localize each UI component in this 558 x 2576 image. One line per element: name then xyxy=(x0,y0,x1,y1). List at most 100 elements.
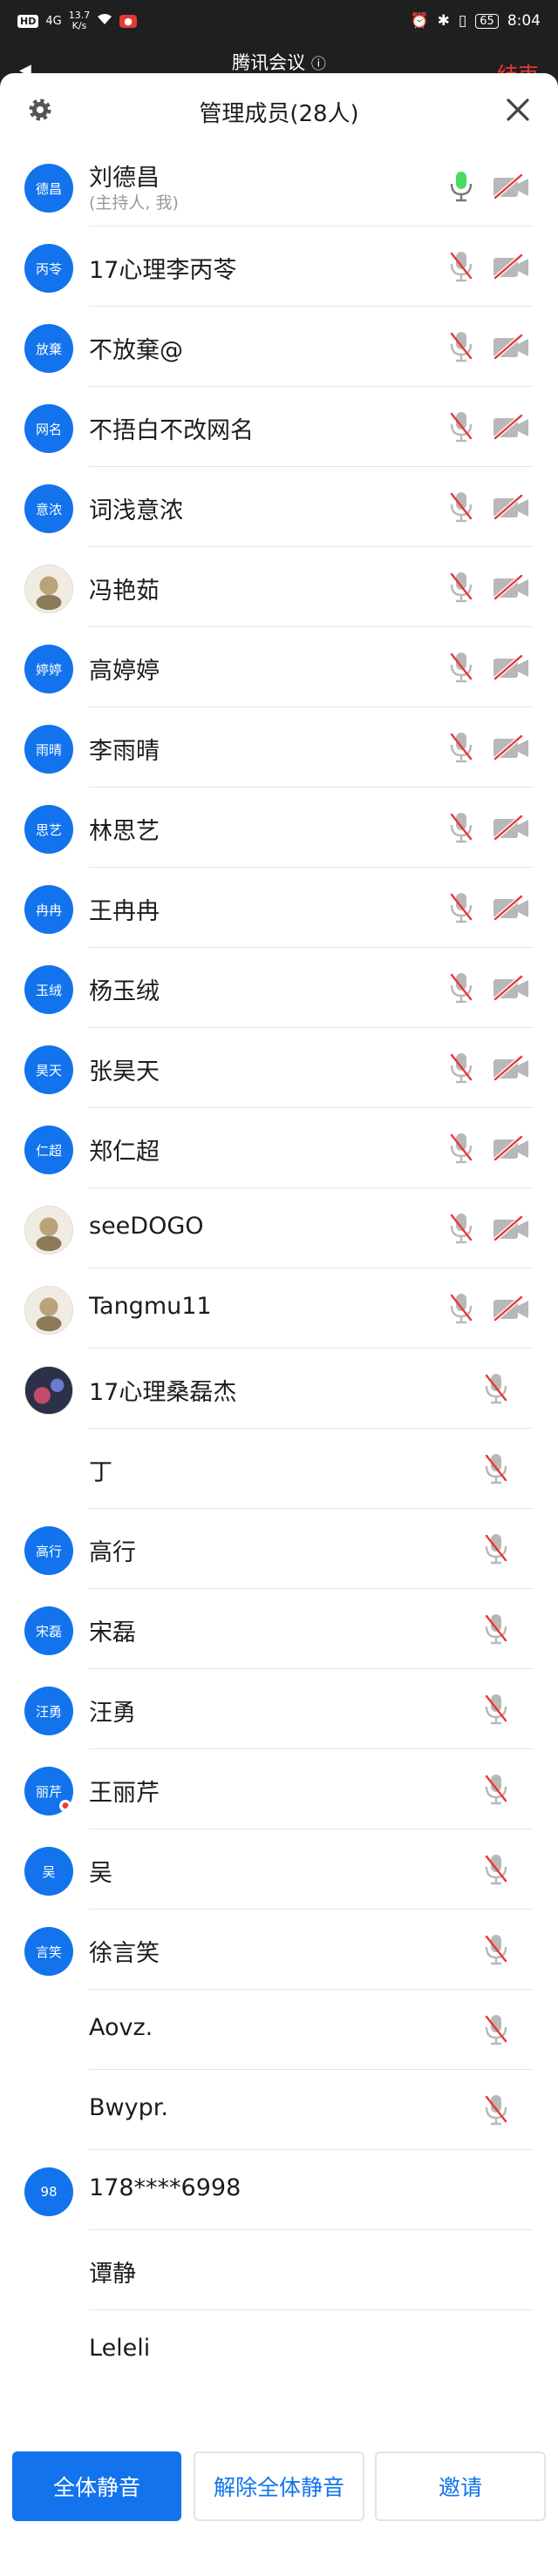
mic-muted-icon[interactable] xyxy=(483,1372,509,1405)
member-name: 徐言笑 xyxy=(89,1940,160,1967)
member-row[interactable]: 冉冉 王冉冉 xyxy=(0,868,558,948)
member-row[interactable]: 谭静 xyxy=(0,2230,558,2310)
member-row[interactable]: 言笑 徐言笑 xyxy=(0,1910,558,1990)
camera-off-icon[interactable] xyxy=(492,253,530,281)
vibrate-icon: ▯ xyxy=(458,12,467,30)
mic-muted-icon[interactable] xyxy=(448,971,474,1004)
member-row[interactable]: 意浓 词浅意浓 xyxy=(0,467,558,547)
avatar xyxy=(24,1446,73,1495)
mic-muted-icon[interactable] xyxy=(483,2093,509,2126)
mic-muted-icon[interactable] xyxy=(448,250,474,283)
mic-muted-icon[interactable] xyxy=(448,1051,474,1085)
member-row[interactable]: 丁 xyxy=(0,1429,558,1509)
camera-off-icon[interactable] xyxy=(492,1054,530,1082)
member-row[interactable]: 思艺 林思艺 xyxy=(0,788,558,868)
camera-off-icon[interactable] xyxy=(492,1134,530,1162)
avatar: 仁超 xyxy=(24,1126,73,1174)
avatar-initials: 网名 xyxy=(35,421,62,437)
member-row[interactable]: Bwypr. xyxy=(0,2070,558,2150)
mic-muted-icon[interactable] xyxy=(448,1292,474,1325)
mic-muted-icon[interactable] xyxy=(483,1452,509,1485)
member-name: 丁 xyxy=(89,1459,112,1486)
member-row[interactable]: Tangmu11 xyxy=(0,1268,558,1349)
avatar: 放棄 xyxy=(24,324,73,373)
member-row[interactable]: 网名 不捂白不改网名 xyxy=(0,387,558,467)
member-row[interactable]: 丽芹 ● 王丽芹 xyxy=(0,1749,558,1829)
member-row[interactable]: 汪勇 汪勇 xyxy=(0,1669,558,1749)
mic-muted-icon[interactable] xyxy=(483,1613,509,1646)
mic-muted-icon[interactable] xyxy=(483,2013,509,2046)
member-row[interactable]: 高行 高行 xyxy=(0,1509,558,1589)
avatar: 思艺 xyxy=(24,805,73,854)
camera-off-icon[interactable] xyxy=(492,814,530,842)
meeting-title[interactable]: 腾讯会议 ⓘ xyxy=(0,49,558,75)
mic-muted-icon[interactable] xyxy=(448,651,474,684)
mic-muted-icon[interactable] xyxy=(448,1132,474,1165)
member-row[interactable]: 17心理桑磊杰 xyxy=(0,1349,558,1429)
mic-muted-icon[interactable] xyxy=(483,1773,509,1806)
member-row[interactable]: 98 178****6998 xyxy=(0,2150,558,2230)
network-speed: 13.7 K/s xyxy=(69,10,91,31)
camera-off-icon[interactable] xyxy=(492,413,530,441)
mute-all-button[interactable]: 全体静音 xyxy=(12,2451,181,2521)
camera-off-icon[interactable] xyxy=(492,573,530,601)
meeting-title-text: 腾讯会议 xyxy=(232,52,306,73)
member-row[interactable]: 仁超 郑仁超 xyxy=(0,1108,558,1188)
mic-muted-icon[interactable] xyxy=(483,1933,509,1966)
avatar-initials: 宋磊 xyxy=(35,1623,62,1640)
avatar-photo-icon xyxy=(25,1207,72,1254)
member-row[interactable]: 冯艳茹 xyxy=(0,547,558,627)
member-row[interactable]: Aovz. xyxy=(0,1990,558,2070)
mic-muted-icon[interactable] xyxy=(448,410,474,443)
member-row[interactable]: seeDOGO xyxy=(0,1188,558,1268)
member-row[interactable]: 雨晴 李雨晴 xyxy=(0,707,558,788)
mic-muted-icon[interactable] xyxy=(483,1532,509,1565)
camera-off-icon[interactable] xyxy=(492,1214,530,1242)
avatar-initials: 德昌 xyxy=(35,180,62,197)
member-name: 王丽芹 xyxy=(89,1780,160,1807)
member-row[interactable]: 德昌 刘德昌 (主持人, 我) xyxy=(0,146,558,226)
info-icon[interactable]: ⓘ xyxy=(311,56,326,73)
camera-off-icon[interactable] xyxy=(492,172,530,200)
mic-muted-icon[interactable] xyxy=(448,731,474,764)
avatar xyxy=(24,565,73,613)
camera-off-icon[interactable] xyxy=(492,333,530,361)
camera-off-icon[interactable] xyxy=(492,894,530,922)
mic-muted-icon[interactable] xyxy=(448,330,474,363)
member-row[interactable]: 婷婷 高婷婷 xyxy=(0,627,558,707)
status-right: ⏰ ✱ ▯ 65 8:04 xyxy=(410,12,541,30)
unmute-all-button[interactable]: 解除全体静音 xyxy=(194,2451,364,2521)
mic-muted-icon[interactable] xyxy=(448,811,474,844)
avatar-initials: 思艺 xyxy=(35,821,62,838)
panel-footer: 全体静音 解除全体静音 邀请 xyxy=(0,2439,558,2576)
invite-button[interactable]: 邀请 xyxy=(375,2451,546,2521)
mic-muted-icon[interactable] xyxy=(448,891,474,924)
member-name: 刘德昌 xyxy=(89,165,160,192)
member-row[interactable]: 放棄 不放棄@ xyxy=(0,307,558,387)
panel-title: 管理成员(28人) xyxy=(199,101,359,127)
camera-off-icon[interactable] xyxy=(492,493,530,521)
member-name: 17心理李丙苓 xyxy=(89,257,237,284)
alarm-icon: ⏰ xyxy=(410,12,429,30)
member-row[interactable]: Leleli xyxy=(0,2310,558,2390)
mic-muted-icon[interactable] xyxy=(448,571,474,604)
mic-muted-icon[interactable] xyxy=(448,490,474,524)
camera-off-icon[interactable] xyxy=(492,974,530,1002)
mic-muted-icon[interactable] xyxy=(448,1212,474,1245)
member-row[interactable]: 宋磊 宋磊 xyxy=(0,1589,558,1669)
camera-off-icon[interactable] xyxy=(492,734,530,761)
mic-muted-icon[interactable] xyxy=(483,1693,509,1726)
member-row[interactable]: 玉绒 杨玉绒 xyxy=(0,948,558,1028)
member-row[interactable]: 昊天 张昊天 xyxy=(0,1028,558,1108)
camera-off-icon[interactable] xyxy=(492,1295,530,1322)
avatar xyxy=(24,1286,73,1335)
close-icon[interactable] xyxy=(504,96,532,124)
avatar-initials: 婷婷 xyxy=(35,661,62,678)
mic-muted-icon[interactable] xyxy=(483,1853,509,1886)
mic-on-icon[interactable] xyxy=(448,170,474,203)
member-row[interactable]: 丙苓 17心理李丙苓 xyxy=(0,226,558,307)
member-name: 178****6998 xyxy=(89,2174,242,2201)
camera-off-icon[interactable] xyxy=(492,653,530,681)
avatar-initials: 仁超 xyxy=(35,1142,62,1159)
member-row[interactable]: 吴吴 xyxy=(0,1829,558,1910)
